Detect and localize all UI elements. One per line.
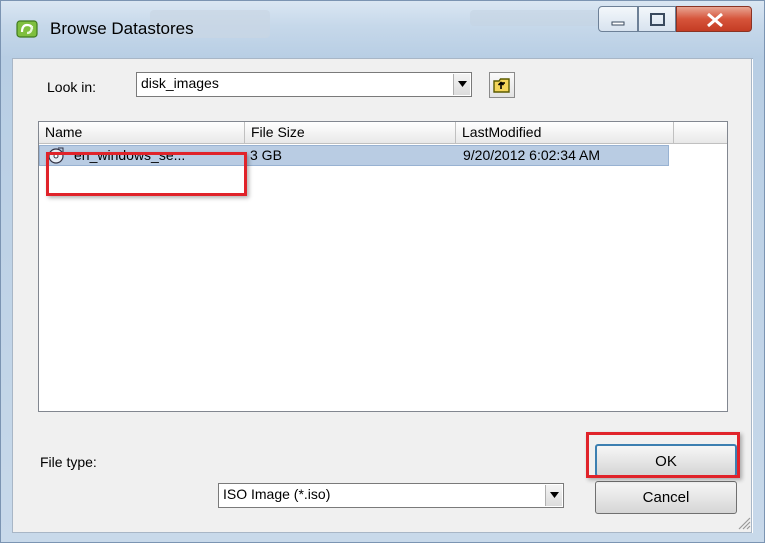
browse-datastores-window: Browse Datastores Look in: disk_images N…	[0, 0, 765, 543]
look-in-dropdown-arrow[interactable]	[453, 74, 470, 95]
file-type-label: File type:	[40, 454, 97, 470]
highlight-annotation-file	[46, 152, 247, 196]
file-type-value: ISO Image (*.iso)	[223, 486, 331, 502]
maximize-button[interactable]	[638, 6, 676, 32]
window-frame-bottom	[0, 533, 765, 543]
title-bar[interactable]: Browse Datastores	[0, 0, 765, 59]
column-header-filler	[674, 122, 727, 144]
minimize-icon	[611, 21, 625, 26]
look-in-label: Look in:	[47, 79, 97, 95]
background-blur	[470, 10, 600, 26]
file-size: 3 GB	[250, 147, 282, 163]
file-type-dropdown-arrow[interactable]	[545, 485, 562, 506]
look-in-dropdown[interactable]: disk_images	[136, 72, 472, 97]
file-type-dropdown[interactable]: ISO Image (*.iso)	[218, 483, 564, 508]
window-title: Browse Datastores	[50, 19, 194, 38]
look-in-value: disk_images	[141, 75, 219, 91]
file-last-modified: 9/20/2012 6:02:34 AM	[463, 147, 600, 163]
highlight-annotation-ok	[586, 432, 740, 478]
chevron-down-icon	[550, 492, 559, 498]
window-frame-left	[0, 58, 12, 543]
window-frame-right	[753, 58, 765, 543]
close-button[interactable]	[676, 6, 752, 32]
column-header-file-size[interactable]: File Size	[245, 122, 456, 144]
resize-grip-icon[interactable]	[735, 514, 751, 530]
column-header-last-modified[interactable]: LastModified	[456, 122, 674, 144]
column-header-name[interactable]: Name	[39, 122, 245, 144]
chevron-down-icon	[458, 81, 467, 87]
up-one-level-button[interactable]	[489, 72, 515, 98]
minimize-button[interactable]	[598, 6, 638, 32]
close-icon	[707, 12, 723, 28]
datastore-icon	[16, 20, 38, 38]
folder-up-icon	[493, 78, 510, 93]
maximize-icon	[650, 13, 665, 26]
window-controls	[598, 6, 753, 34]
cancel-button[interactable]: Cancel	[595, 481, 737, 514]
